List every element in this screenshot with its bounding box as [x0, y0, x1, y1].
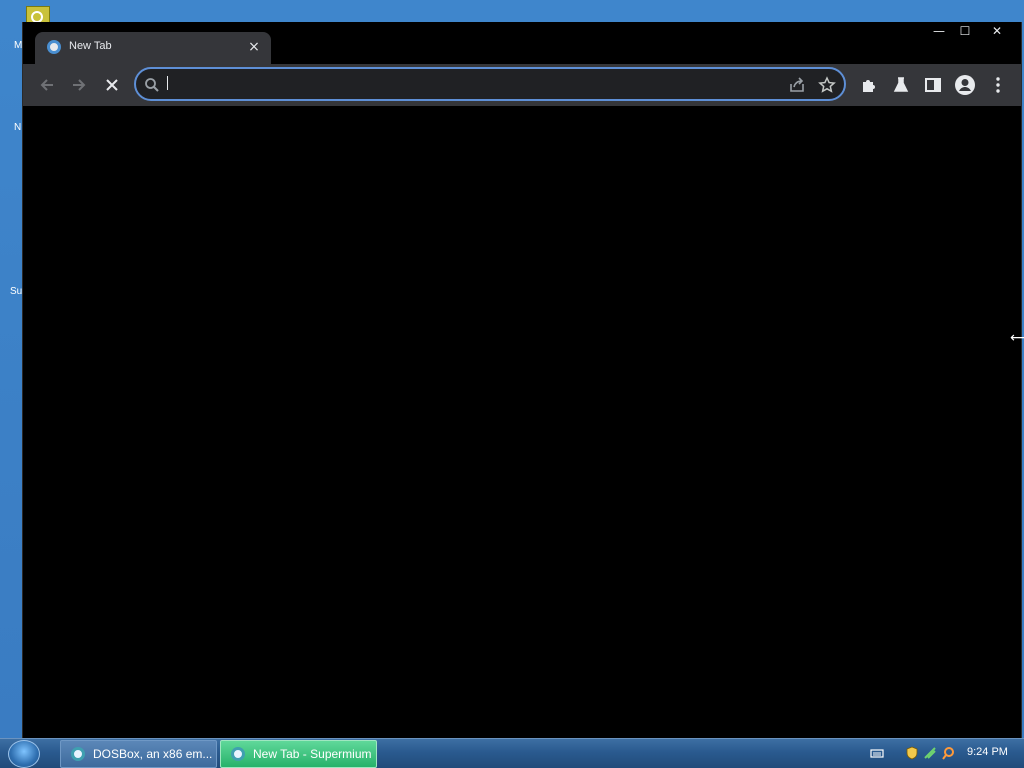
minimize-button[interactable]: — — [925, 22, 953, 40]
network-icon[interactable] — [923, 746, 937, 760]
side-panel-icon — [925, 78, 941, 92]
shield-icon[interactable] — [905, 746, 919, 760]
system-clock[interactable]: 9:24 PM — [967, 746, 1008, 758]
address-input[interactable] — [166, 72, 770, 98]
browser-window: New Tab × — ☐ ✕ — [22, 22, 1022, 738]
browser-toolbar — [23, 64, 1021, 106]
taskbar-item-label: New Tab - Supermium — [253, 747, 372, 761]
app-icon — [71, 747, 85, 761]
maximize-button[interactable]: ☐ — [951, 22, 979, 40]
menu-button[interactable] — [985, 72, 1011, 98]
profile-button[interactable] — [952, 72, 978, 98]
search-icon[interactable] — [941, 746, 955, 760]
puzzle-piece-icon — [863, 80, 875, 92]
arrow-left-icon — [40, 79, 53, 91]
flask-icon — [893, 77, 909, 92]
taskbar-item-supermium[interactable]: New Tab - Supermium — [220, 740, 377, 768]
forward-button[interactable] — [66, 72, 92, 98]
taskbar-item-dosbox[interactable]: DOSBox, an x86 em... — [60, 740, 217, 768]
text-caret — [167, 76, 168, 90]
page-content[interactable] — [23, 106, 1021, 738]
close-window-button[interactable]: ✕ — [983, 22, 1011, 40]
taskbar: DOSBox, an x86 em... New Tab - Supermium… — [0, 738, 1024, 768]
tab-title: New Tab — [69, 40, 112, 52]
desktop-icon-label-fragment: N — [14, 122, 22, 133]
tab-new-tab[interactable]: New Tab × — [35, 32, 271, 64]
start-button[interactable] — [8, 740, 40, 768]
stop-loading-button[interactable] — [99, 72, 125, 98]
side-panel-button[interactable] — [920, 72, 946, 98]
title-bar: New Tab × — ☐ ✕ — [23, 22, 1021, 64]
tab-close-button[interactable]: × — [245, 38, 263, 56]
search-icon — [145, 78, 159, 92]
app-icon — [231, 747, 245, 761]
desktop-icon-label-fragment: Su — [10, 286, 23, 297]
labs-button[interactable] — [888, 72, 914, 98]
avatar-icon — [955, 75, 975, 95]
address-bar[interactable] — [134, 67, 846, 101]
extensions-button[interactable] — [856, 72, 882, 98]
close-x-icon — [106, 79, 118, 91]
taskbar-item-label: DOSBox, an x86 em... — [93, 747, 213, 761]
kebab-menu-icon — [996, 77, 1000, 93]
back-button[interactable] — [34, 72, 60, 98]
bookmark-star-icon[interactable] — [818, 76, 836, 94]
keyboard-icon[interactable] — [870, 746, 884, 760]
arrow-right-icon — [73, 79, 86, 91]
resize-cursor-icon: ⟷ — [1010, 330, 1024, 346]
tab-favicon-icon — [47, 40, 61, 54]
share-icon[interactable] — [788, 76, 806, 94]
